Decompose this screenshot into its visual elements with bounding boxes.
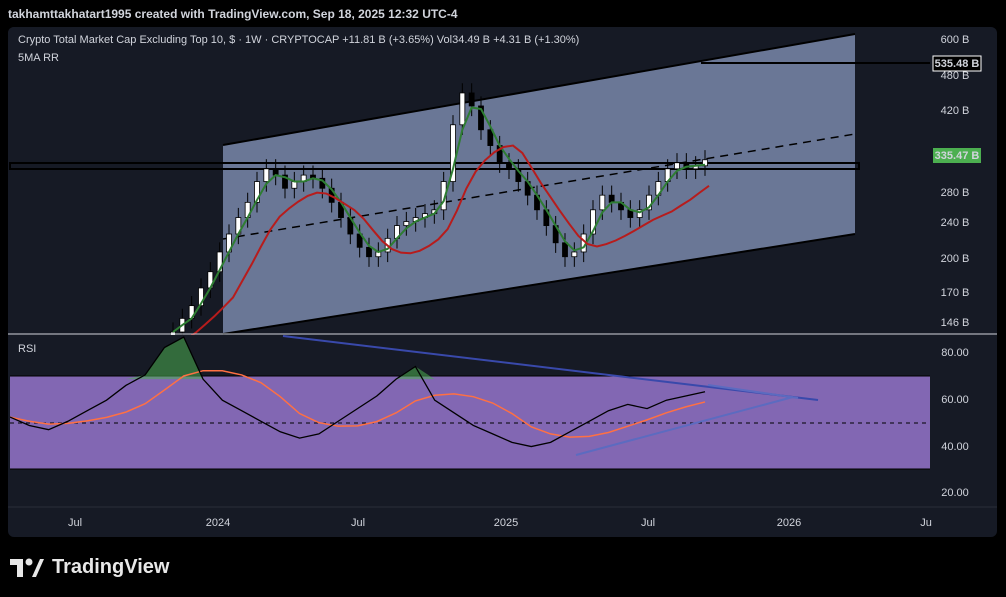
- time-tick-label: Jul: [351, 517, 365, 529]
- time-tick-label: Jul: [641, 517, 655, 529]
- time-tick-label: 2025: [494, 517, 518, 529]
- candle-body: [571, 251, 578, 258]
- rsi-label[interactable]: RSI: [18, 343, 36, 355]
- rsi-tick-label: 20.00: [941, 487, 969, 499]
- price-tick-label: 240 B: [941, 217, 970, 229]
- time-tick-label: Ju: [920, 517, 932, 529]
- time-tick-label: 2026: [777, 517, 801, 529]
- candle-body: [459, 92, 466, 126]
- candle-body: [403, 221, 410, 227]
- price-tick-label: 170 B: [941, 287, 970, 299]
- candle-body: [468, 92, 475, 107]
- price-tick-label: 480 B: [941, 70, 970, 82]
- price-tick-label: 200 B: [941, 253, 970, 265]
- tradingview-brand: TradingView: [10, 556, 169, 579]
- screenshot-frame: takhamttakhatart1995 created with Tradin…: [0, 0, 1006, 597]
- author-credit: takhamttakhatart1995 created with Tradin…: [8, 7, 458, 21]
- time-axis[interactable]: Jul 2024 Jul 2025 Jul 2026 Ju: [68, 517, 932, 529]
- candle-body: [599, 194, 606, 211]
- chart-card: 600 B 480 B 420 B 280 B 240 B 200 B 170 B 146 B…: [8, 27, 997, 537]
- level-tag-text: 535.48 B: [935, 58, 980, 70]
- candle-body: [263, 168, 270, 182]
- price-tick-label: 146 B: [941, 317, 970, 329]
- time-tick-label: 2024: [206, 517, 230, 529]
- brand-name: TradingView: [52, 556, 170, 578]
- ma-legend[interactable]: 5MA RR: [18, 52, 59, 64]
- candle-body: [674, 162, 680, 170]
- tradingview-logo-icon: [10, 558, 44, 577]
- candle-body: [562, 242, 568, 258]
- chart-canvas[interactable]: 600 B 480 B 420 B 280 B 240 B 200 B 170 B 146 B…: [8, 27, 997, 537]
- time-tick-label: Jul: [68, 517, 82, 529]
- price-tick-label: 600 B: [941, 34, 970, 46]
- price-tick-label: 420 B: [941, 105, 970, 117]
- rsi-tick-label: 60.00: [941, 394, 969, 406]
- rsi-axis[interactable]: 80.00 60.00 40.00 20.00: [941, 347, 969, 499]
- candle-body: [506, 162, 512, 170]
- rsi-tick-label: 40.00: [941, 441, 969, 453]
- price-tag-text: 335.47 B: [935, 150, 980, 162]
- price-axis[interactable]: 600 B 480 B 420 B 280 B 240 B 200 B 170 B 146 B: [941, 34, 970, 329]
- candle-body: [291, 181, 298, 189]
- candle-body: [366, 246, 372, 258]
- symbol-legend[interactable]: Crypto Total Market Cap Excluding Top 10…: [18, 34, 579, 46]
- candle-body: [608, 194, 615, 203]
- price-tick-label: 280 B: [941, 187, 970, 199]
- rsi-tick-label: 80.00: [941, 347, 969, 359]
